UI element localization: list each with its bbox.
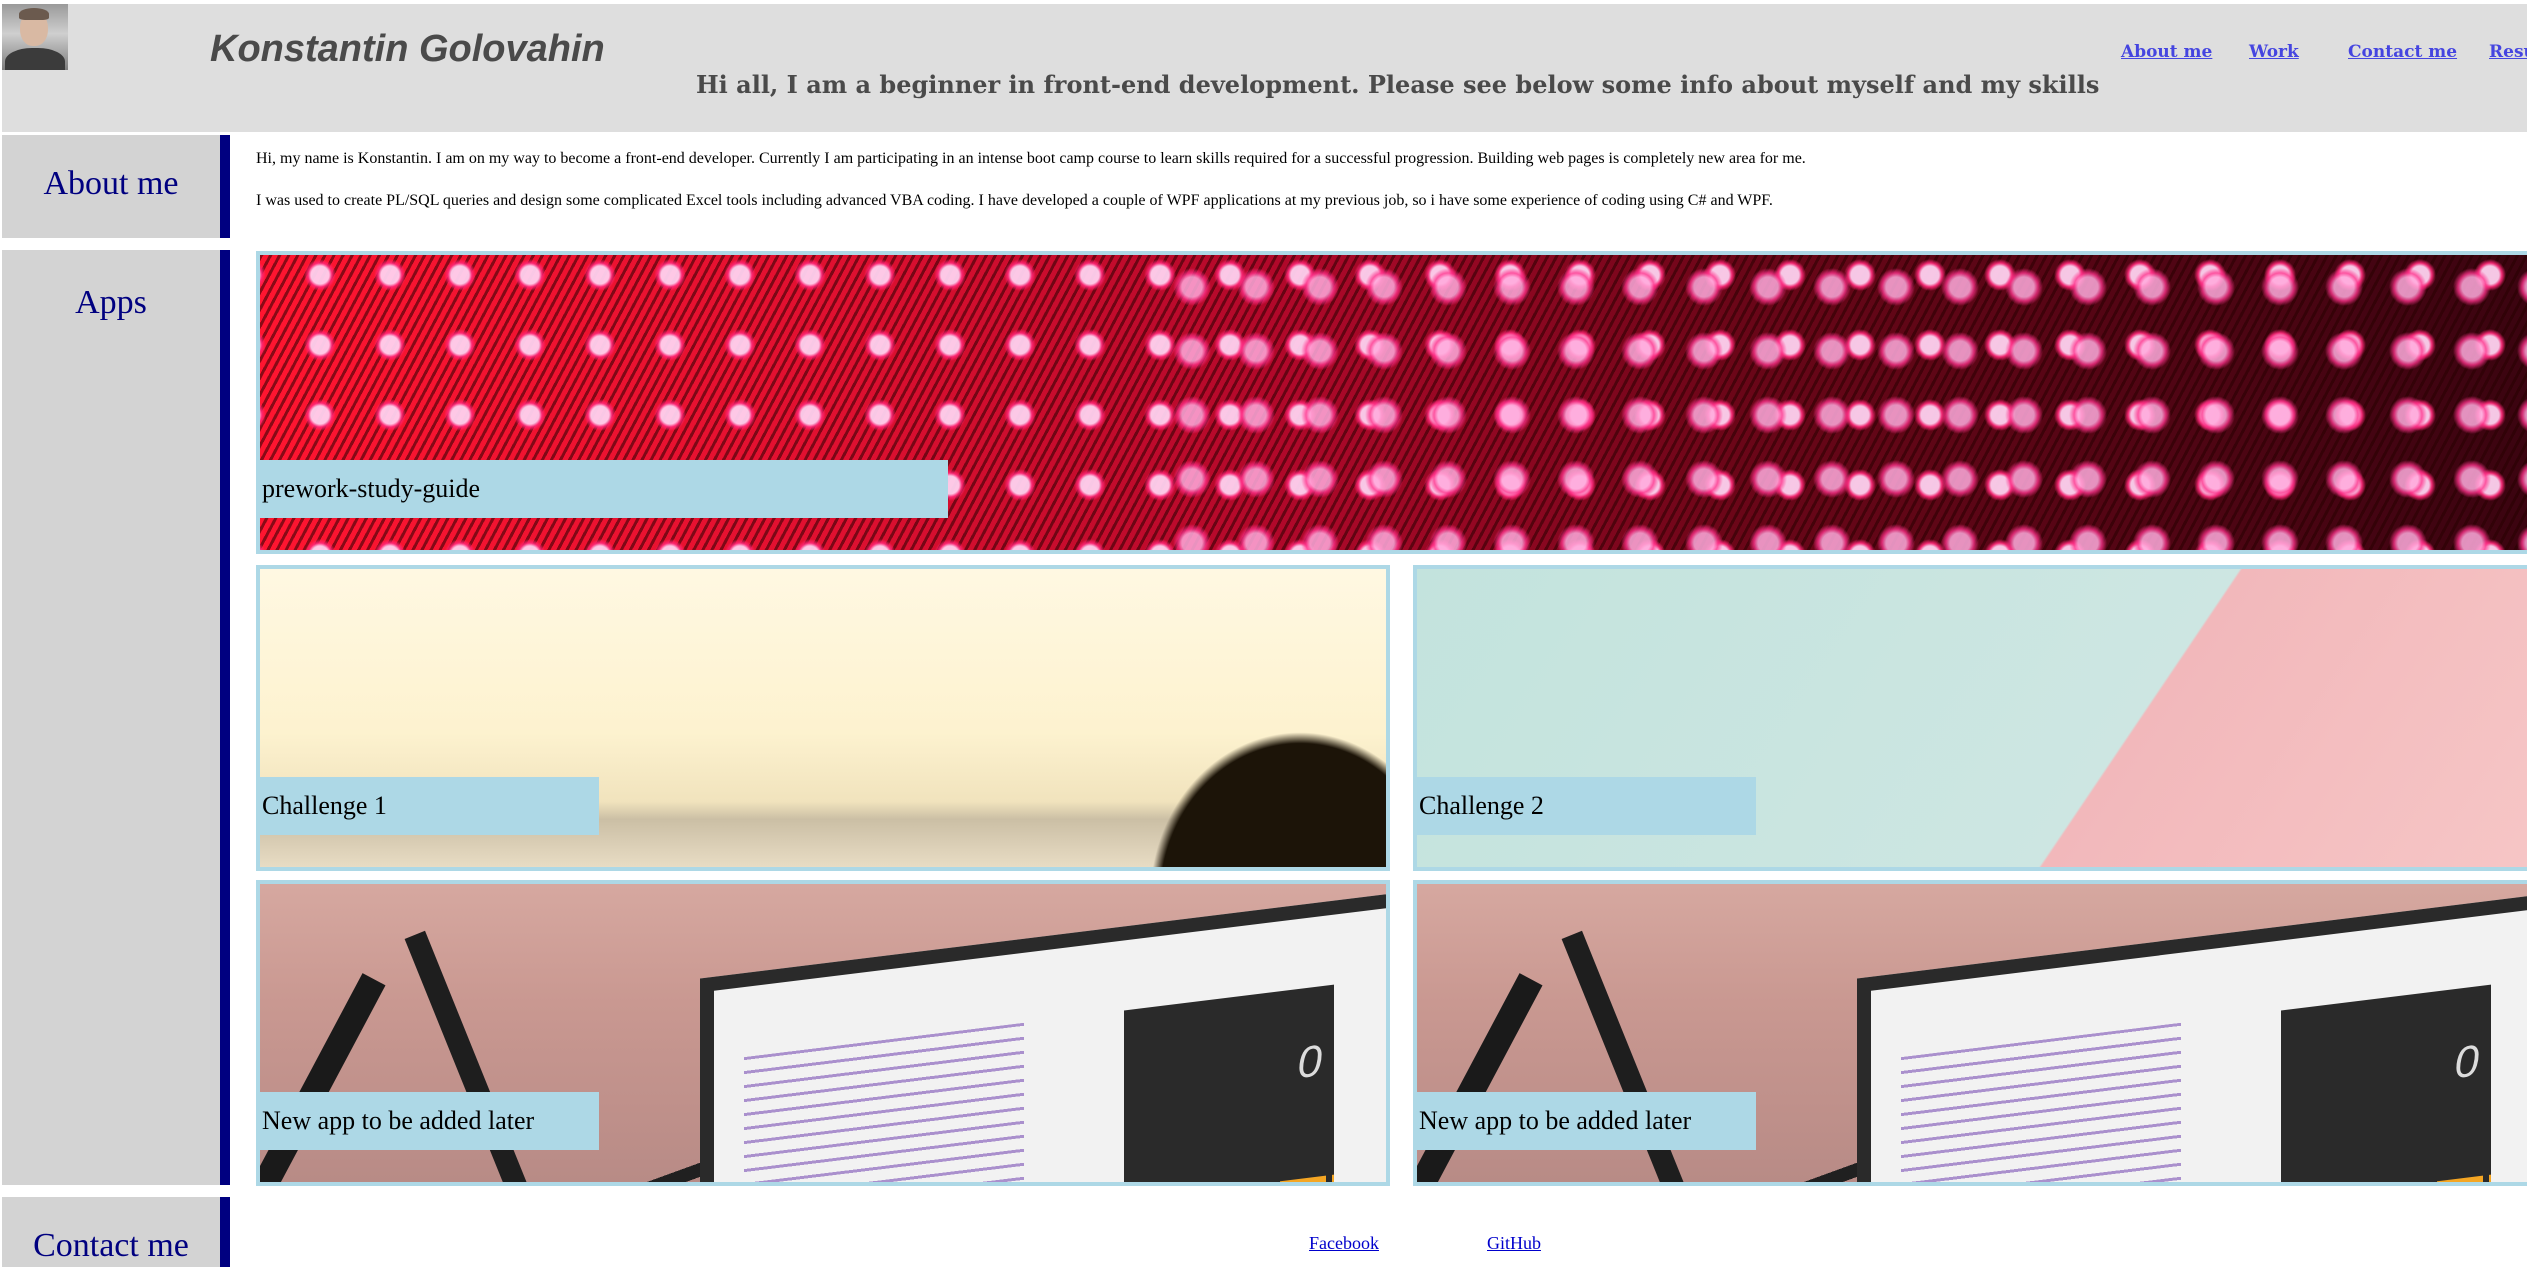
code-lines bbox=[1901, 1022, 2181, 1182]
contact-heading-text: Contact me bbox=[33, 1227, 189, 1264]
calculator-app: 0 bbox=[1124, 984, 1334, 1182]
about-paragraph: I was used to create PL/SQL queries and … bbox=[256, 192, 1773, 209]
about-section-heading: About me bbox=[2, 135, 230, 238]
mic-stand-shape bbox=[1417, 973, 1543, 1182]
calculator-keys bbox=[1124, 1174, 1334, 1182]
nav-link-work[interactable]: Work bbox=[2249, 42, 2299, 62]
app-card-caption: New app to be added later bbox=[1417, 1092, 1756, 1150]
about-paragraph: Hi, my name is Konstantin. I am on my wa… bbox=[256, 150, 1806, 167]
code-lines bbox=[744, 1022, 1024, 1182]
nav-link-contact[interactable]: Contact me bbox=[2348, 42, 2457, 62]
apps-heading-text: Apps bbox=[75, 284, 147, 321]
tagline: Hi all, I am a beginner in front-end dev… bbox=[696, 70, 2100, 99]
laptop-screen: 0 bbox=[1857, 884, 2527, 1182]
app-card-placeholder-1[interactable]: 0 New app to be added later bbox=[256, 880, 1390, 1186]
apps-section-heading: Apps bbox=[2, 250, 230, 1185]
calculator-keys bbox=[2281, 1174, 2491, 1182]
mic-stand-shape bbox=[260, 973, 386, 1182]
about-text: Hi, my name is Konstantin. I am on my wa… bbox=[256, 149, 2516, 233]
calculator-display: 0 bbox=[1297, 1036, 1322, 1089]
app-card-prework[interactable]: prework-study-guide bbox=[256, 251, 2527, 554]
app-card-placeholder-2[interactable]: 0 New app to be added later bbox=[1413, 880, 2527, 1186]
app-card-caption: prework-study-guide bbox=[260, 460, 948, 518]
app-card-caption: Challenge 1 bbox=[260, 777, 599, 835]
calculator-app: 0 bbox=[2281, 984, 2491, 1182]
facebook-link[interactable]: Facebook bbox=[1309, 1233, 1379, 1254]
laptop-screen: 0 bbox=[700, 884, 1386, 1182]
main-nav: About me Work Contact me Resu bbox=[2, 42, 2527, 66]
github-link[interactable]: GitHub bbox=[1487, 1233, 1541, 1254]
avatar-hair bbox=[19, 8, 49, 20]
led-dots-overlay bbox=[1160, 255, 2527, 550]
app-card-caption: New app to be added later bbox=[260, 1092, 599, 1150]
nav-link-about[interactable]: About me bbox=[2121, 42, 2212, 62]
about-heading-text: About me bbox=[43, 165, 179, 202]
app-card-caption: Challenge 2 bbox=[1417, 777, 1756, 835]
page-header: Konstantin Golovahin Hi all, I am a begi… bbox=[2, 4, 2527, 132]
app-card-challenge-1[interactable]: Challenge 1 bbox=[256, 565, 1390, 871]
nav-link-resume[interactable]: Resu bbox=[2489, 42, 2527, 62]
calculator-display: 0 bbox=[2454, 1036, 2479, 1089]
app-card-challenge-2[interactable]: Challenge 2 bbox=[1413, 565, 2527, 871]
